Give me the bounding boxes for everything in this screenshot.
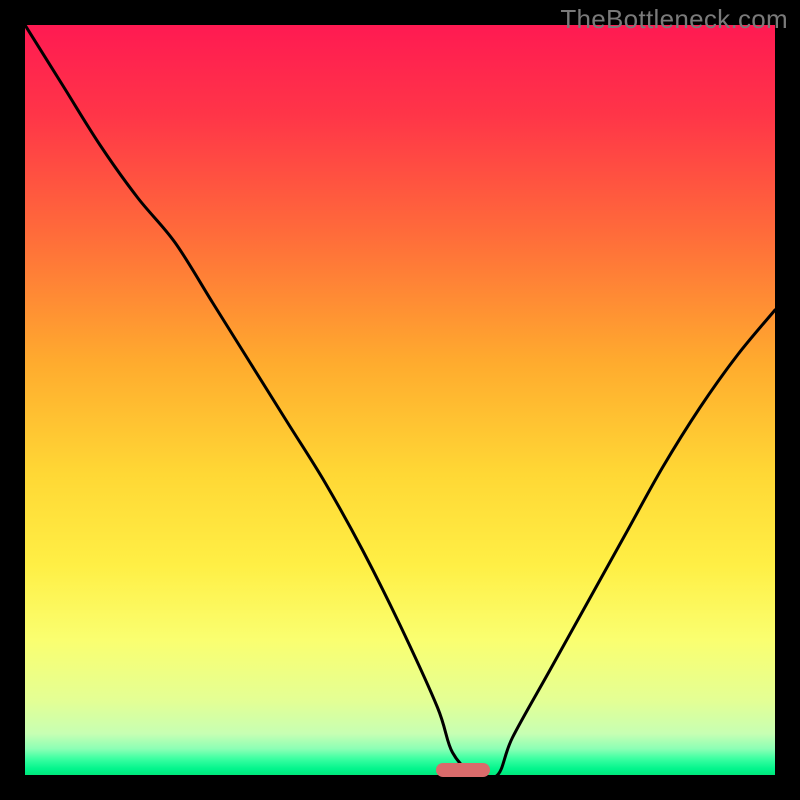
plot-area [25, 25, 775, 775]
watermark-text: TheBottleneck.com [560, 4, 788, 35]
bottleneck-chart [25, 25, 775, 775]
gradient-background [25, 25, 775, 775]
optimal-range-marker [436, 763, 490, 777]
chart-frame: TheBottleneck.com [0, 0, 800, 800]
